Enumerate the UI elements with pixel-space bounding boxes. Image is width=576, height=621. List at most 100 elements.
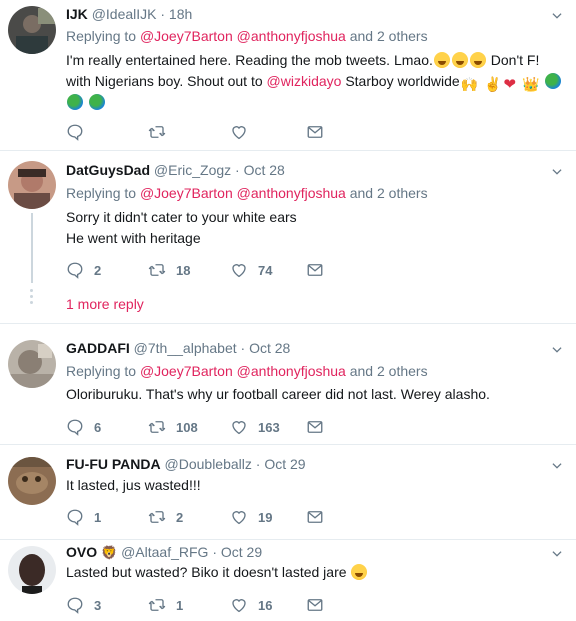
avatar[interactable]: [8, 6, 56, 54]
retweet-count: 1: [176, 597, 184, 613]
avatar[interactable]: [8, 340, 56, 388]
heart-icon: [230, 261, 248, 279]
envelope-icon: [306, 123, 324, 141]
text-line: He went with heritage: [66, 230, 201, 246]
like-button[interactable]: 19: [230, 507, 272, 527]
heart-icon: [230, 596, 248, 614]
retweet-icon: [148, 418, 166, 436]
mention-link[interactable]: @anthonyfjoshua: [237, 363, 346, 379]
joy-emoji-icon: [469, 52, 486, 68]
tweet-2[interactable]: DatGuysDad @Eric_Zogz · Oct 28 Replying …: [0, 151, 576, 323]
dm-button[interactable]: [306, 507, 334, 527]
globe-emoji-icon: [88, 94, 105, 110]
mention-link[interactable]: @anthonyfjoshua: [237, 185, 346, 201]
chevron-down-icon[interactable]: [550, 459, 564, 473]
reply-count: 1: [94, 509, 102, 525]
tweet-4[interactable]: FU-FU PANDA @Doubleballz · Oct 29 It las…: [0, 445, 576, 539]
globe-emoji-icon: [545, 73, 562, 89]
handle-and-time[interactable]: @7th__alphabet · Oct 28: [134, 340, 291, 356]
text-line: with Nigerians boy. Shout out to: [66, 73, 267, 89]
reply-count: 3: [94, 597, 102, 613]
handle-and-time[interactable]: @Altaaf_RFG · Oct 29: [121, 544, 262, 560]
avatar[interactable]: [8, 546, 56, 594]
like-button[interactable]: 163: [230, 417, 280, 437]
tweet-header: FU-FU PANDA @Doubleballz · Oct 29: [66, 456, 306, 472]
dm-button[interactable]: [306, 122, 334, 142]
like-count: 74: [258, 262, 273, 278]
reply-icon: [66, 261, 84, 279]
tweet-header: DatGuysDad @Eric_Zogz · Oct 28: [66, 162, 285, 178]
mention-link[interactable]: @Joey7Barton: [140, 28, 233, 44]
heart-emoji-icon: ❤: [503, 76, 517, 93]
thread-line: [31, 213, 33, 283]
like-button[interactable]: 74: [230, 260, 272, 280]
retweet-icon: [148, 508, 166, 526]
tweet-actions: [66, 122, 566, 142]
envelope-icon: [306, 596, 324, 614]
lion-emoji-icon: 🦁: [101, 545, 118, 560]
avatar[interactable]: [8, 161, 56, 209]
mention-link[interactable]: @Joey7Barton: [140, 185, 233, 201]
retweet-button[interactable]: 108: [148, 417, 198, 437]
dm-button[interactable]: [306, 417, 334, 437]
retweet-button[interactable]: 2: [148, 507, 183, 527]
dm-button[interactable]: [306, 260, 334, 280]
reply-icon: [66, 596, 84, 614]
handle-and-time[interactable]: @Doubleballz · Oct 29: [165, 456, 306, 472]
display-name[interactable]: IJK: [66, 6, 88, 22]
joy-emoji-icon: [433, 52, 450, 68]
like-count: 163: [258, 419, 280, 435]
tweet-1[interactable]: IJK @IdealIJK · 18h Replying to @Joey7Ba…: [0, 0, 576, 150]
retweet-button[interactable]: [148, 122, 176, 142]
mention-link[interactable]: @wizkidayo: [267, 73, 342, 89]
reply-count: 6: [94, 419, 102, 435]
chevron-down-icon[interactable]: [550, 9, 564, 23]
display-name[interactable]: DatGuysDad: [66, 162, 150, 178]
others-link[interactable]: and 2 others: [346, 363, 428, 379]
retweet-button[interactable]: 18: [148, 260, 190, 280]
others-link[interactable]: and 2 others: [346, 185, 428, 201]
like-count: 19: [258, 509, 273, 525]
retweet-button[interactable]: 1: [148, 595, 183, 615]
heart-icon: [230, 418, 248, 436]
tweet-text: Lasted but wasted? Biko it doesn't laste…: [66, 562, 564, 583]
mention-link[interactable]: @Joey7Barton: [140, 363, 233, 379]
reply-button[interactable]: [66, 122, 94, 142]
raised-hands-emoji-icon: 🙌: [460, 76, 479, 92]
chevron-down-icon[interactable]: [550, 165, 564, 179]
display-name[interactable]: OVO: [66, 544, 97, 560]
joy-emoji-icon: [451, 52, 468, 68]
chevron-down-icon[interactable]: [550, 343, 564, 357]
retweet-icon: [148, 596, 166, 614]
others-link[interactable]: and 2 others: [346, 28, 428, 44]
retweet-count: 18: [176, 262, 191, 278]
mention-link[interactable]: @anthonyfjoshua: [237, 28, 346, 44]
display-name[interactable]: GADDAFI: [66, 340, 130, 356]
chevron-down-icon[interactable]: [550, 547, 564, 561]
text-line: I'm really entertained here. Reading the…: [66, 52, 433, 68]
text-line: Don't F!: [486, 52, 540, 68]
text-line: It lasted, jus wasted!!!: [66, 477, 201, 493]
replying-label: Replying to: [66, 185, 140, 201]
handle-and-time[interactable]: @IdealIJK · 18h: [92, 6, 193, 22]
tweet-5[interactable]: OVO 🦁 @Altaaf_RFG · Oct 29 Lasted but wa…: [0, 540, 576, 621]
like-button[interactable]: 16: [230, 595, 272, 615]
tweet-text: I'm really entertained here. Reading the…: [66, 50, 564, 113]
reply-button[interactable]: 6: [66, 417, 101, 437]
retweet-count: 2: [176, 509, 184, 525]
handle-and-time[interactable]: @Eric_Zogz · Oct 28: [154, 162, 285, 178]
reply-button[interactable]: 2: [66, 260, 101, 280]
retweet-count: 108: [176, 419, 198, 435]
tweet-3[interactable]: GADDAFI @7th__alphabet · Oct 28 Replying…: [0, 324, 576, 444]
reply-button[interactable]: 1: [66, 507, 101, 527]
tweet-text: Sorry it didn't cater to your white ears…: [66, 207, 564, 249]
like-button[interactable]: [230, 122, 258, 142]
reply-icon: [66, 508, 84, 526]
heart-icon: [230, 508, 248, 526]
avatar[interactable]: [8, 457, 56, 505]
more-replies-link[interactable]: 1 more reply: [66, 296, 144, 312]
tweet-header: OVO 🦁 @Altaaf_RFG · Oct 29: [66, 544, 262, 561]
display-name[interactable]: FU-FU PANDA: [66, 456, 161, 472]
reply-button[interactable]: 3: [66, 595, 101, 615]
dm-button[interactable]: [306, 595, 334, 615]
